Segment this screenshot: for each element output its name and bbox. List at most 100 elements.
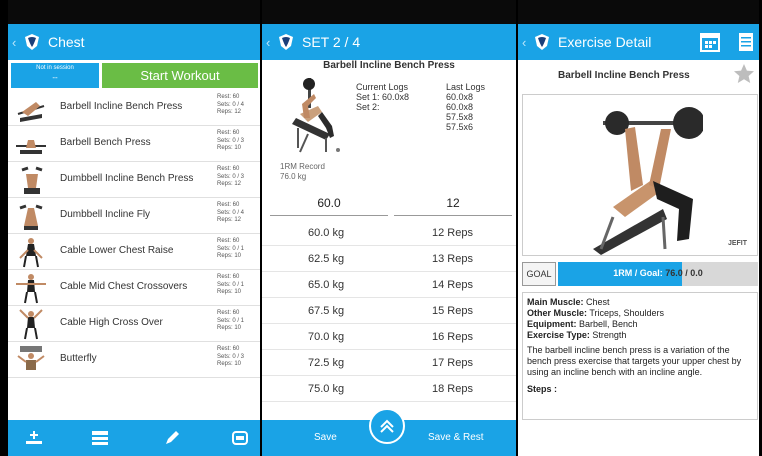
equipment-value: Barbell, Bench bbox=[579, 319, 638, 329]
reps-option: 15 Reps bbox=[432, 305, 473, 317]
exercise-name: Barbell Incline Bench Press bbox=[323, 60, 455, 71]
weight-option: 65.0 kg bbox=[308, 279, 345, 291]
favorite-star-icon[interactable] bbox=[732, 62, 756, 86]
exercise-thumbnail bbox=[21, 166, 43, 194]
weight-reps-picker: 60.0 kg 12 Reps 62.5 kg 13 Reps 65.0 kg 14 Re… bbox=[262, 220, 516, 402]
rest-time: Rest: 60 bbox=[217, 238, 240, 244]
goal-progress: 1RM / Goal: 76.0 / 0.0 bbox=[558, 262, 758, 286]
calendar-icon[interactable] bbox=[698, 30, 722, 54]
exercise-row[interactable]: Barbell Incline Bench Press Rest: 60 Sets:… bbox=[8, 90, 260, 126]
exercise-row[interactable]: Dumbbell Incline Fly Rest: 60 Sets: 0 / 4R… bbox=[8, 198, 260, 234]
exercise-name: Cable Mid Chest Crossovers bbox=[60, 281, 188, 292]
detail-header: ‹ Exercise Detail bbox=[518, 24, 762, 60]
exercise-name: Barbell Incline Bench Press bbox=[60, 101, 183, 112]
reorder-icon[interactable] bbox=[90, 428, 110, 448]
reps-option: 14 Reps bbox=[432, 279, 473, 291]
exercise-row[interactable]: Dumbbell Incline Bench Press Rest: 60 Sets… bbox=[8, 162, 260, 198]
weight-reps-option[interactable]: 62.5 kg 13 Reps bbox=[262, 246, 516, 272]
current-logs-label: Current Logs bbox=[356, 82, 409, 92]
reps-option: 13 Reps bbox=[432, 253, 473, 265]
other-muscle-row: Other Muscle: Triceps, Shoulders bbox=[527, 308, 753, 319]
rest-time: Rest: 60 bbox=[217, 310, 240, 316]
superset-icon[interactable] bbox=[230, 428, 250, 448]
sets-count: Sets: 0 / 4 bbox=[217, 101, 245, 108]
edit-pencil-icon[interactable] bbox=[162, 428, 182, 448]
session-row: Not in session -- Start Workout bbox=[8, 60, 260, 90]
session-timer: -- bbox=[52, 73, 58, 82]
screen: ‹ Chest Not in session -- Start Workout … bbox=[0, 0, 762, 456]
expand-up-button[interactable] bbox=[369, 408, 405, 444]
weight-reps-option[interactable]: 60.0 kg 12 Reps bbox=[262, 220, 516, 246]
exercise-row[interactable]: Cable Mid Chest Crossovers Rest: 60 Sets: … bbox=[8, 270, 260, 306]
notes-icon[interactable] bbox=[734, 30, 758, 54]
weight-reps-option[interactable]: 70.0 kg 16 Reps bbox=[262, 324, 516, 350]
exercise-name: Barbell Incline Bench Press bbox=[558, 70, 690, 81]
exercise-list: Barbell Incline Bench Press Rest: 60 Sets:… bbox=[8, 90, 260, 378]
reps-count: Reps: 10 bbox=[217, 361, 242, 367]
current-logs: Set 1: 60.0x8 Set 2: bbox=[356, 92, 436, 112]
weight-option: 70.0 kg bbox=[308, 331, 345, 343]
back-chevron-icon[interactable]: ‹ bbox=[12, 35, 22, 50]
back-chevron-icon[interactable]: ‹ bbox=[522, 35, 532, 50]
exercise-row[interactable]: Cable High Cross Over Rest: 60 Sets: 0 / 1… bbox=[8, 306, 260, 342]
exercise-photo bbox=[292, 78, 340, 153]
goal-bar: GOAL 1RM / Goal: 76.0 / 0.0 bbox=[522, 262, 758, 286]
weight-option: 67.5 kg bbox=[308, 305, 345, 317]
exercise-row[interactable]: Barbell Bench Press Rest: 60 Sets: 0 / 3 Re… bbox=[8, 126, 260, 162]
app-logo-icon[interactable] bbox=[276, 32, 296, 52]
current-log-entry: Set 1: 60.0x8 bbox=[356, 92, 410, 102]
set-counter: SET 2 / 4 bbox=[302, 34, 361, 50]
exercise-name: Cable High Cross Over bbox=[60, 317, 163, 328]
app-logo-icon[interactable] bbox=[532, 32, 552, 52]
weight-reps-option[interactable]: 67.5 kg 15 Reps bbox=[262, 298, 516, 324]
exercise-type-value: Strength bbox=[592, 330, 627, 340]
start-workout-button[interactable]: Start Workout bbox=[102, 63, 258, 88]
double-chevron-up-icon bbox=[380, 419, 394, 433]
weight-reps-option[interactable]: 65.0 kg 14 Reps bbox=[262, 272, 516, 298]
exercise-type-label: Exercise Type: bbox=[527, 330, 590, 340]
exercise-row[interactable]: Butterfly Rest: 60 Sets: 0 / 3 Reps: 10 bbox=[8, 342, 260, 378]
exercise-thumbnail bbox=[19, 204, 43, 230]
weight-option: 62.5 kg bbox=[308, 253, 345, 265]
exercise-image: JEFIT bbox=[522, 94, 758, 256]
exercise-thumbnail bbox=[16, 274, 46, 304]
other-muscle-value: Triceps, Shoulders bbox=[589, 308, 665, 318]
reps-count: Reps: 12 bbox=[217, 217, 242, 223]
sets-count: Sets: 0 / 1 bbox=[217, 281, 245, 288]
goal-label: 1RM / Goal: bbox=[613, 268, 663, 278]
exercise-thumbnail bbox=[17, 102, 45, 122]
goal-button[interactable]: GOAL bbox=[522, 262, 556, 286]
last-log-entry: 60.0x8 bbox=[446, 102, 474, 112]
sets-count: Sets: 0 / 1 bbox=[217, 245, 245, 252]
exercise-meta: Rest: 60 Sets: 0 / 3 Reps: 10 bbox=[217, 130, 244, 153]
exercise-info: Main Muscle: Chest Other Muscle: Triceps… bbox=[522, 292, 758, 420]
reps-input[interactable]: 12 bbox=[394, 194, 512, 216]
reps-count: Reps: 10 bbox=[217, 145, 242, 151]
save-bar: Save Save & Rest bbox=[262, 408, 516, 456]
weight-option: 75.0 kg bbox=[308, 383, 345, 395]
page-title: Exercise Detail bbox=[558, 34, 652, 50]
exercise-row[interactable]: Cable Lower Chest Raise Rest: 60 Sets: 0 /… bbox=[8, 234, 260, 270]
exercise-name: Dumbbell Incline Bench Press bbox=[60, 173, 194, 184]
app-logo-icon[interactable] bbox=[22, 32, 42, 52]
reps-count: Reps: 10 bbox=[217, 325, 242, 331]
save-button[interactable]: Save bbox=[314, 432, 337, 443]
rest-time: Rest: 60 bbox=[217, 166, 240, 172]
back-chevron-icon[interactable]: ‹ bbox=[266, 35, 276, 50]
add-exercise-icon[interactable] bbox=[24, 428, 44, 448]
weight-reps-option[interactable]: 72.5 kg 17 Reps bbox=[262, 350, 516, 376]
exercise-name: Butterfly bbox=[60, 353, 97, 364]
status-strip bbox=[8, 0, 260, 24]
exercise-type-row: Exercise Type: Strength bbox=[527, 330, 753, 341]
rest-time: Rest: 60 bbox=[217, 202, 240, 208]
weight-reps-option[interactable]: 75.0 kg 18 Reps bbox=[262, 376, 516, 402]
main-muscle-value: Chest bbox=[586, 297, 610, 307]
status-strip bbox=[518, 0, 762, 24]
weight-input[interactable]: 60.0 bbox=[270, 194, 388, 216]
exercise-meta: Rest: 60 Sets: 0 / 1 Reps: 10 bbox=[217, 310, 244, 333]
reps-count: Reps: 10 bbox=[217, 289, 242, 295]
last-logs: 60.0x8 60.0x8 57.5x8 57.5x6 bbox=[446, 92, 473, 132]
routine-toolbar bbox=[8, 420, 260, 456]
save-and-rest-button[interactable]: Save & Rest bbox=[428, 432, 484, 443]
exercise-meta: Rest: 60 Sets: 0 / 1 Reps: 10 bbox=[217, 274, 244, 297]
